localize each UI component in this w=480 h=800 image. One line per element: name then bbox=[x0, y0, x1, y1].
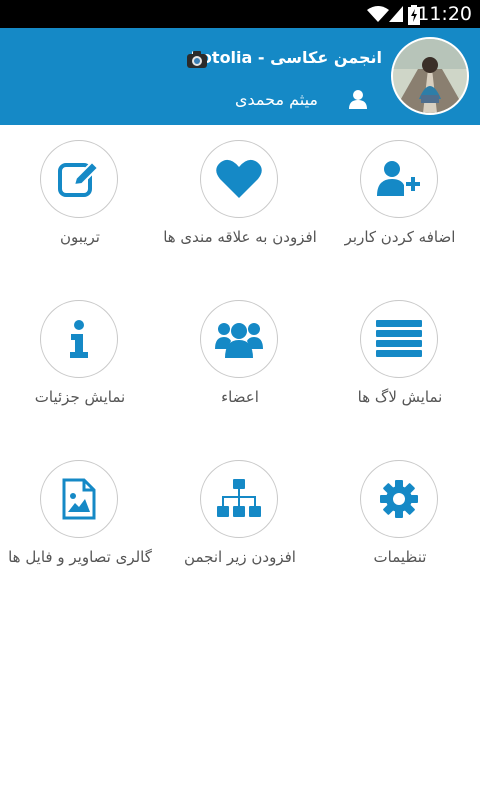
tile-label: اعضاء bbox=[221, 388, 259, 406]
sitemap-icon bbox=[200, 460, 278, 538]
group-title: انجمن عکاسی - Fotolia bbox=[190, 48, 382, 67]
tile-members[interactable]: اعضاء bbox=[160, 300, 320, 450]
add-user-icon bbox=[360, 140, 438, 218]
tile-label: تریبون bbox=[60, 228, 100, 246]
camera-icon bbox=[187, 51, 207, 68]
image-file-icon bbox=[40, 460, 118, 538]
tile-label: نمایش جزئیات bbox=[34, 388, 126, 406]
wifi-icon bbox=[367, 6, 389, 22]
edit-icon bbox=[40, 140, 118, 218]
gear-icon bbox=[360, 460, 438, 538]
tile-label: اضافه کردن کاربر bbox=[344, 228, 456, 246]
tile-label: نمایش لاگ ها bbox=[357, 388, 443, 406]
tile-label: تنظیمات bbox=[373, 548, 427, 566]
tile-add-subforum[interactable]: افزودن زیر انجمن bbox=[160, 460, 320, 610]
heart-icon bbox=[200, 140, 278, 218]
signal-icon bbox=[389, 6, 403, 22]
tile-add-user[interactable]: اضافه کردن کاربر bbox=[320, 140, 480, 290]
status-bar: 11:20 bbox=[0, 0, 480, 28]
tile-tribune[interactable]: تریبون bbox=[0, 140, 160, 290]
members-icon bbox=[200, 300, 278, 378]
tile-show-details[interactable]: نمایش جزئیات bbox=[0, 300, 160, 450]
status-time: 11:20 bbox=[417, 3, 472, 25]
user-icon bbox=[349, 90, 367, 109]
user-name: میثم محمدی bbox=[234, 90, 318, 109]
avatar-photo bbox=[393, 39, 467, 113]
tile-label: گالری تصاویر و فایل ها bbox=[8, 548, 152, 566]
list-icon bbox=[360, 300, 438, 378]
tile-gallery[interactable]: گالری تصاویر و فایل ها bbox=[0, 460, 160, 610]
info-icon bbox=[40, 300, 118, 378]
tile-label: افزودن به علاقه مندی ها bbox=[163, 228, 317, 246]
tile-show-logs[interactable]: نمایش لاگ ها bbox=[320, 300, 480, 450]
tile-add-favorite[interactable]: افزودن به علاقه مندی ها bbox=[160, 140, 320, 290]
tile-settings[interactable]: تنظیمات bbox=[320, 460, 480, 610]
group-avatar[interactable] bbox=[391, 37, 469, 115]
tile-label: افزودن زیر انجمن bbox=[184, 548, 296, 566]
